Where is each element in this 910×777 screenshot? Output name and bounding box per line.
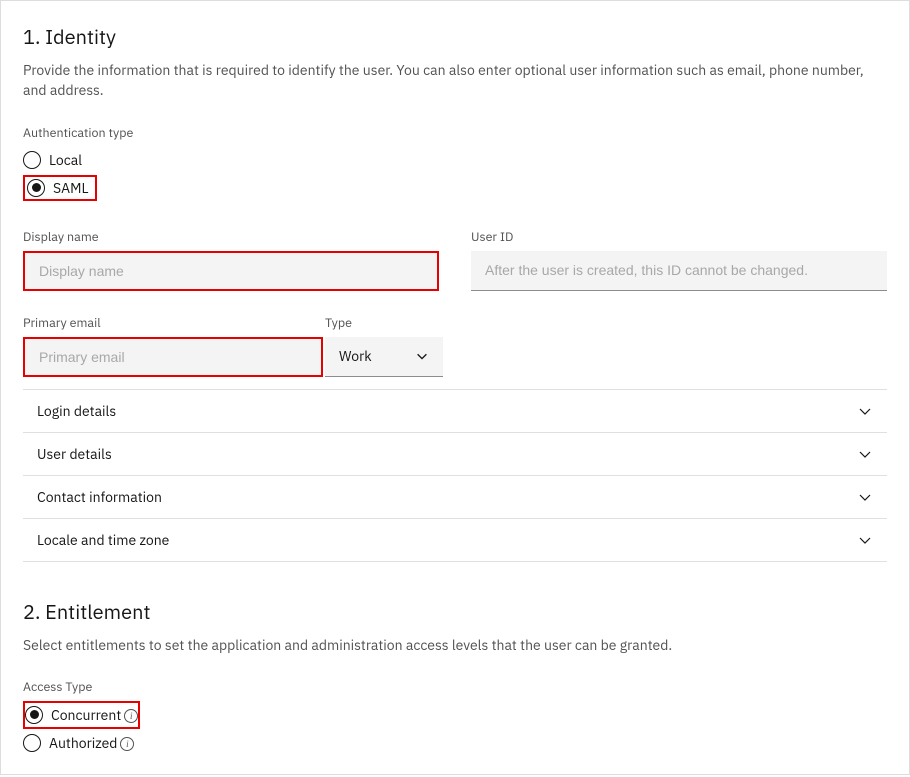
info-icon[interactable]: i (124, 709, 138, 723)
identity-description: Provide the information that is required… (23, 60, 887, 101)
auth-saml-option[interactable]: SAML (23, 175, 97, 201)
radio-icon (23, 151, 41, 169)
accordion-contact-info[interactable]: Contact information (23, 475, 887, 518)
chevron-down-icon (415, 349, 429, 363)
access-concurrent-option[interactable]: Concurrenti (23, 701, 140, 729)
radio-icon (23, 734, 41, 752)
access-type-label: Access Type (23, 679, 887, 695)
access-authorized-label: Authorizedi (49, 734, 134, 752)
radio-icon (27, 179, 45, 197)
primary-email-label: Primary email (23, 315, 323, 331)
auth-local-option[interactable]: Local (23, 147, 887, 173)
info-icon[interactable]: i (120, 737, 134, 751)
display-name-input[interactable] (25, 253, 437, 289)
primary-email-input[interactable] (25, 339, 321, 375)
chevron-down-icon (857, 489, 873, 505)
accordion-login-details[interactable]: Login details (23, 389, 887, 432)
accordion-label: User details (37, 445, 112, 463)
auth-local-label: Local (49, 151, 82, 169)
display-name-highlight (23, 251, 439, 291)
accordion-label: Locale and time zone (37, 531, 169, 549)
email-type-select[interactable]: Work (325, 337, 443, 377)
email-type-value: Work (339, 347, 415, 365)
chevron-down-icon (857, 532, 873, 548)
user-id-input[interactable] (471, 251, 887, 291)
auth-type-label: Authentication type (23, 125, 887, 141)
chevron-down-icon (857, 446, 873, 462)
accordion-user-details[interactable]: User details (23, 432, 887, 475)
accordion-label: Contact information (37, 488, 162, 506)
primary-email-highlight (23, 337, 323, 377)
entitlement-description: Select entitlements to set the applicati… (23, 635, 887, 655)
chevron-down-icon (857, 403, 873, 419)
access-authorized-option[interactable]: Authorizedi (23, 731, 887, 755)
identity-accordion: Login details User details Contact infor… (23, 389, 887, 562)
accordion-label: Login details (37, 402, 116, 420)
radio-icon (25, 706, 43, 724)
auth-saml-label: SAML (53, 179, 89, 197)
user-id-label: User ID (471, 229, 887, 245)
access-authorized-text: Authorized (49, 734, 117, 752)
access-concurrent-label: Concurrenti (51, 706, 138, 724)
entitlement-title: 2. Entitlement (23, 598, 887, 625)
access-concurrent-text: Concurrent (51, 706, 121, 724)
identity-title: 1. Identity (23, 23, 887, 50)
email-type-label: Type (325, 315, 443, 331)
accordion-locale[interactable]: Locale and time zone (23, 518, 887, 562)
display-name-label: Display name (23, 229, 439, 245)
